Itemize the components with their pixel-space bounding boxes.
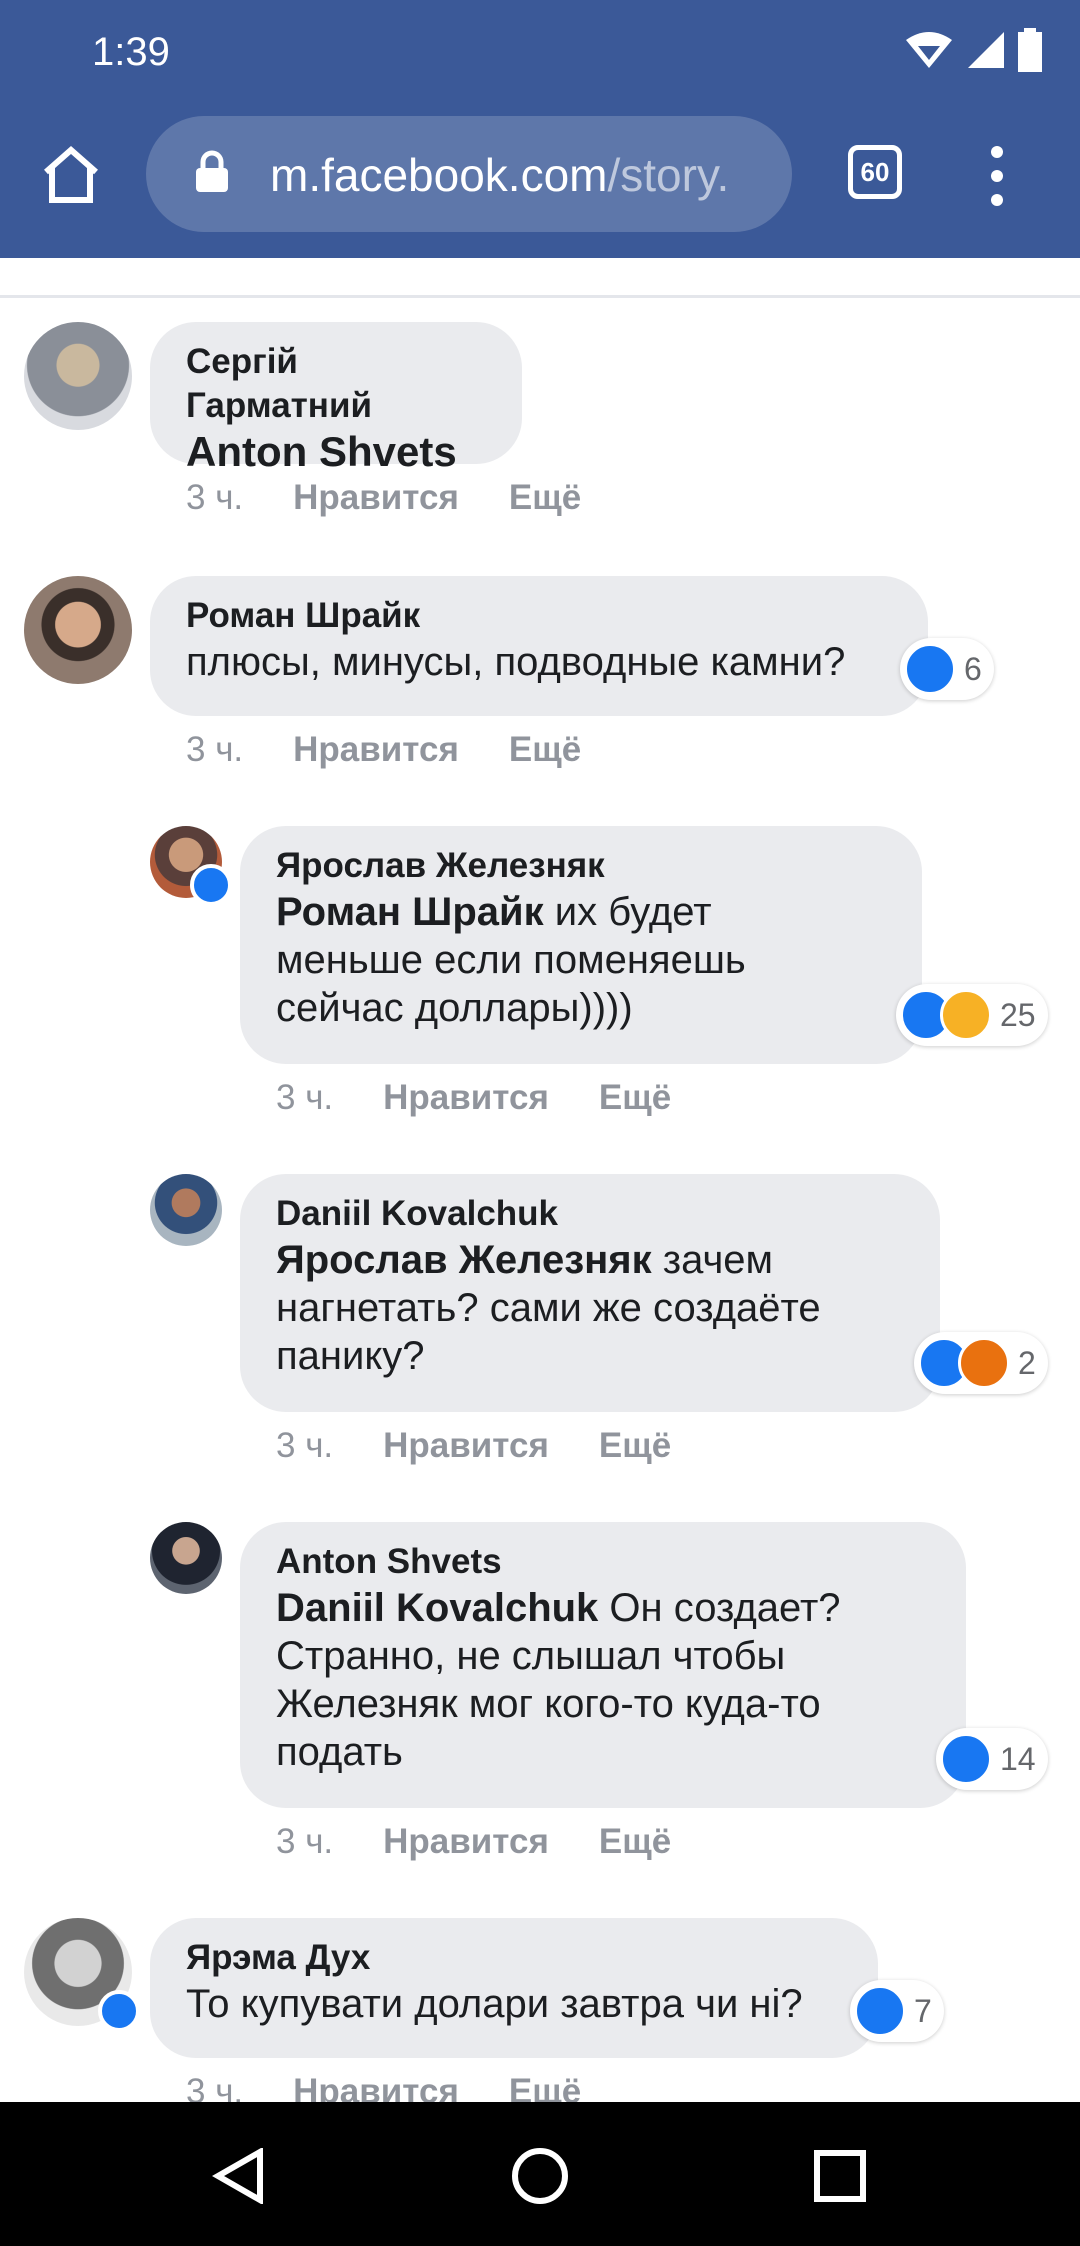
comment-author[interactable]: Роман Шрайк — [186, 594, 892, 638]
reaction-count: 2 — [1018, 1344, 1036, 1381]
comment-text-line: Железняк мог кого-то куда-то — [276, 1682, 821, 1726]
like-reaction-icon — [904, 643, 956, 695]
more-button[interactable]: Ещё — [599, 1822, 671, 1862]
like-button[interactable]: Нравится — [383, 1078, 549, 1118]
comment-bubble[interactable]: Daniil Kovalchuk Ярослав Железняк зачем … — [240, 1174, 940, 1412]
comment-text-line: Странно, не слышал чтобы — [276, 1634, 786, 1678]
more-button[interactable]: Ещё — [599, 1078, 671, 1118]
reaction-count: 25 — [1000, 996, 1036, 1033]
comment-actions: 3 ч. Нравится Ещё — [276, 1426, 721, 1466]
comment-time[interactable]: 3 ч. — [276, 1822, 333, 1862]
mention[interactable]: Daniil Kovalchuk — [276, 1586, 598, 1630]
comment-text: Ярослав Железняк зачем нагнетать? сами ж… — [276, 1236, 904, 1380]
comment-author[interactable]: Ярэма Дух — [186, 1936, 842, 1980]
more-button[interactable]: Ещё — [599, 1426, 671, 1466]
verified-badge-icon — [98, 1990, 140, 2032]
mention[interactable]: Ярослав Железняк — [276, 1238, 652, 1282]
avatar[interactable] — [150, 1522, 222, 1594]
status-icons — [904, 28, 1042, 72]
angry-reaction-icon — [958, 1337, 1010, 1389]
avatar[interactable] — [24, 576, 132, 684]
like-button[interactable]: Нравится — [383, 1426, 549, 1466]
verified-badge-icon — [190, 864, 232, 906]
comment-author[interactable]: Daniil Kovalchuk — [276, 1192, 904, 1236]
comment-text-line: их будет — [543, 890, 712, 934]
like-button[interactable]: Нравится — [293, 730, 459, 770]
comment-text-line: нагнетать? сами же создаёте — [276, 1286, 821, 1330]
comment-time[interactable]: 3 ч. — [276, 1426, 333, 1466]
system-nav-bar — [0, 2102, 1080, 2246]
recents-icon[interactable] — [814, 2150, 866, 2202]
more-button[interactable]: Ещё — [509, 730, 581, 770]
battery-icon — [1018, 28, 1042, 72]
comment-text-line: подать — [276, 1730, 403, 1774]
reaction-count: 14 — [1000, 1740, 1036, 1777]
comment-text-line: меньше если поменяешь — [276, 938, 746, 982]
comment-author[interactable]: Сергій Гарматний — [186, 340, 486, 428]
haha-reaction-icon — [940, 989, 992, 1041]
home-icon[interactable] — [40, 146, 102, 204]
lock-icon — [196, 150, 228, 192]
mention[interactable]: Роман Шрайк — [276, 890, 544, 934]
reactions-summary[interactable]: 25 — [896, 984, 1048, 1046]
like-reaction-icon — [854, 1985, 906, 2037]
avatar[interactable] — [150, 1174, 222, 1246]
comment-actions: 3 ч. Нравится Ещё — [276, 1078, 721, 1118]
back-icon[interactable] — [212, 2148, 266, 2204]
like-button[interactable]: Нравится — [293, 478, 459, 518]
wifi-icon — [906, 32, 952, 68]
comment-text: плюсы, минусы, подводные камни? — [186, 640, 846, 684]
page-header-strip — [0, 258, 1080, 298]
comment-author[interactable]: Ярослав Железняк — [276, 844, 886, 888]
comment-text: Роман Шрайк их будет меньше если поменяе… — [276, 888, 886, 1032]
browser-toolbar: 1:39 m.facebook.com/story. 60 — [0, 0, 1080, 258]
reaction-count: 7 — [914, 1992, 932, 2029]
comment-text-line: зачем — [651, 1238, 774, 1282]
status-time: 1:39 — [92, 30, 170, 74]
tab-switcher-button[interactable]: 60 — [848, 145, 902, 199]
reactions-summary[interactable]: 14 — [936, 1728, 1048, 1790]
like-reaction-icon — [940, 1733, 992, 1785]
comment-bubble[interactable]: Ярэма Дух То купувати долари завтра чи н… — [150, 1918, 878, 2058]
url-bar[interactable]: m.facebook.com/story. — [146, 116, 792, 232]
home-nav-icon[interactable] — [510, 2146, 570, 2206]
comment-time[interactable]: 3 ч. — [276, 1078, 333, 1118]
signal-icon — [968, 32, 1004, 68]
reactions-summary[interactable]: 7 — [850, 1980, 944, 2042]
comment-bubble[interactable]: Anton Shvets Daniil Kovalchuk Он создает… — [240, 1522, 966, 1808]
tab-count: 60 — [860, 156, 890, 187]
comment-bubble[interactable]: Роман Шрайк плюсы, минусы, подводные кам… — [150, 576, 928, 716]
url-host: m.facebook.com — [270, 149, 608, 201]
comment-text-line: панику? — [276, 1334, 425, 1378]
comment-actions: 3 ч. Нравится Ещё — [186, 478, 631, 518]
comment-text-line: сейчас доллары)))) — [276, 986, 633, 1030]
comment-bubble[interactable]: Сергій Гарматний Anton Shvets — [150, 322, 522, 475]
comment-text-line: Он создает? — [598, 1586, 841, 1630]
comment-author[interactable]: Anton Shvets — [276, 1540, 930, 1584]
comment-actions: 3 ч. Нравится Ещё — [276, 1822, 721, 1862]
more-button[interactable]: Ещё — [509, 478, 581, 518]
comment-text: Daniil Kovalchuk Он создает? Странно, не… — [276, 1584, 930, 1776]
comment-bubble[interactable]: Ярослав Железняк Роман Шрайк их будет ме… — [240, 826, 922, 1064]
comment-text: То купувати долари завтра чи ні? — [186, 1982, 803, 2026]
comment-actions: 3 ч. Нравится Ещё — [186, 730, 631, 770]
url-text: m.facebook.com/story. — [270, 148, 729, 202]
reactions-summary[interactable]: 2 — [914, 1332, 1048, 1394]
comment-time[interactable]: 3 ч. — [186, 730, 243, 770]
url-path: /story. — [607, 149, 730, 201]
reactions-summary[interactable]: 6 — [900, 638, 994, 700]
comment-time[interactable]: 3 ч. — [186, 478, 243, 518]
more-menu-icon[interactable] — [982, 146, 1012, 206]
mention[interactable]: Anton Shvets — [186, 428, 457, 475]
reaction-count: 6 — [964, 650, 982, 687]
comment-text: Anton Shvets — [186, 428, 486, 476]
avatar[interactable] — [24, 322, 132, 430]
like-button[interactable]: Нравится — [383, 1822, 549, 1862]
